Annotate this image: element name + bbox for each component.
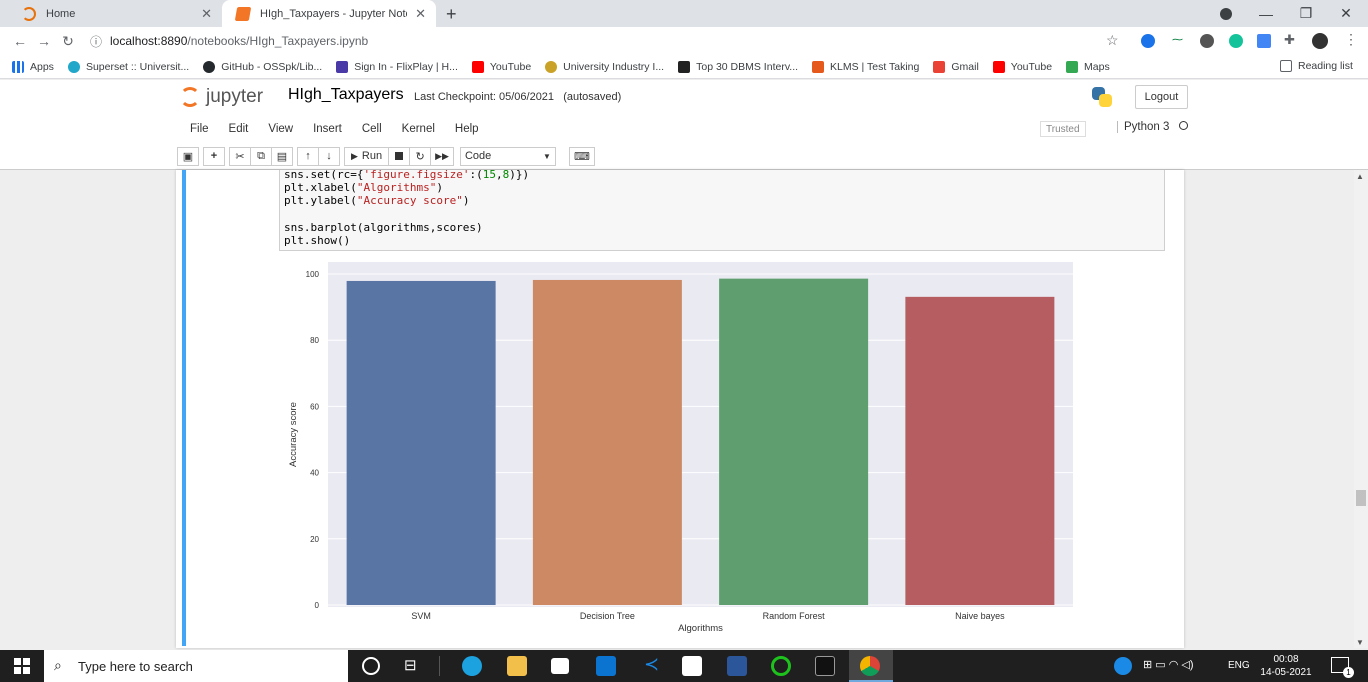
- mail-icon[interactable]: [596, 656, 616, 676]
- tray-icons[interactable]: ⊞ ▭ ◠ ◁): [1143, 658, 1194, 671]
- scrollbar-thumb[interactable]: [1356, 490, 1366, 506]
- y-tick-label: 40: [310, 469, 319, 478]
- y-tick-label: 60: [310, 402, 319, 411]
- bar: [905, 296, 1055, 605]
- refresh-app-icon[interactable]: [771, 656, 791, 676]
- bar: [719, 278, 869, 605]
- scrollbar[interactable]: [1354, 170, 1368, 648]
- bar: [532, 279, 682, 605]
- taskbar-divider: [439, 656, 440, 676]
- taskbar-search[interactable]: ⌕ Type here to search: [44, 650, 348, 682]
- y-tick-label: 80: [310, 336, 319, 345]
- y-tick-label: 20: [310, 535, 319, 544]
- chrome-icon[interactable]: [860, 656, 880, 676]
- word-icon[interactable]: [727, 656, 747, 676]
- store-icon[interactable]: [682, 656, 702, 676]
- bar: [346, 280, 496, 605]
- file-explorer-icon[interactable]: [507, 656, 527, 676]
- edge-icon[interactable]: [462, 656, 482, 676]
- help-icon[interactable]: [1114, 657, 1132, 675]
- task-view-icon[interactable]: ⊟: [404, 656, 417, 674]
- system-clock[interactable]: 00:08 14-05-2021: [1258, 653, 1314, 679]
- notification-count: 1: [1343, 667, 1354, 678]
- bar-chart: 0 20 40 60 80 100 SVM Decision Tree Random Fores…: [288, 262, 1073, 634]
- vscode-icon[interactable]: ≺: [644, 654, 659, 675]
- windows-start-icon[interactable]: [14, 658, 30, 674]
- dropbox-icon[interactable]: [551, 658, 569, 674]
- x-tick-label: Random Forest: [763, 611, 826, 621]
- language-indicator[interactable]: ENG: [1228, 660, 1250, 671]
- x-tick-label: SVM: [411, 611, 431, 621]
- y-tick-label: 0: [315, 601, 320, 610]
- y-axis-label: Accuracy score: [288, 402, 299, 467]
- x-tick-label: Decision Tree: [580, 611, 635, 621]
- x-axis-label: Algorithms: [678, 623, 723, 634]
- search-icon: ⌕: [54, 657, 62, 673]
- y-tick-label: 100: [306, 270, 320, 279]
- cortana-icon[interactable]: [362, 657, 380, 675]
- scroll-up-icon[interactable]: ▲: [1356, 172, 1364, 181]
- notification-icon[interactable]: 1: [1331, 657, 1354, 678]
- scroll-down-icon[interactable]: ▼: [1356, 638, 1364, 647]
- x-tick-label: Naive bayes: [955, 611, 1005, 621]
- terminal-icon[interactable]: [815, 656, 835, 676]
